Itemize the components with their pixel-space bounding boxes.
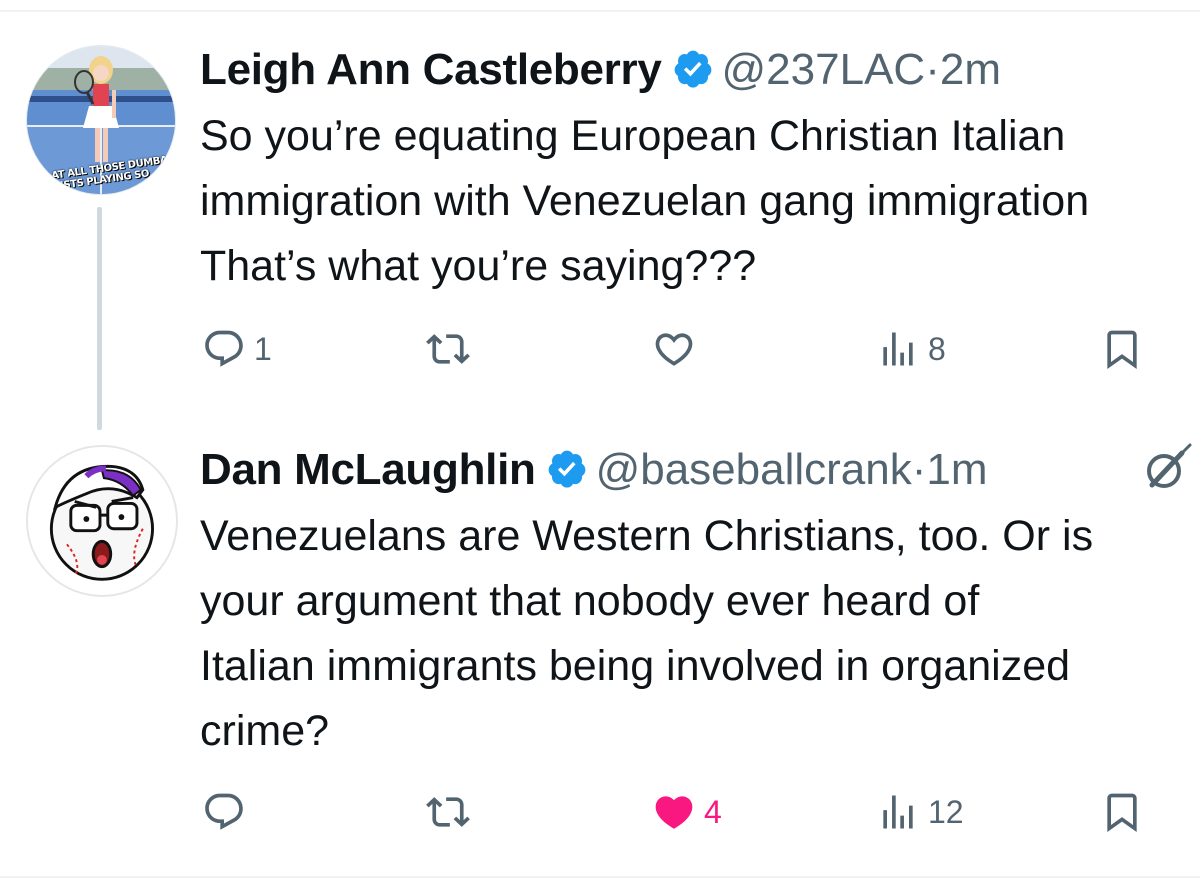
bookmark-icon xyxy=(1107,330,1137,370)
user-handle[interactable]: @baseballcrank xyxy=(596,445,912,494)
tweet-actions: 4 12 xyxy=(200,784,1200,840)
bookmark-icon xyxy=(1107,793,1137,833)
avatar[interactable] xyxy=(26,445,178,597)
timestamp[interactable]: 2m xyxy=(940,45,1001,94)
tweet-header: Dan McLaughlin @baseballcrank·1m xyxy=(200,440,988,500)
retweet-button[interactable] xyxy=(426,784,470,840)
tweet-text: So you’re equating European Christian It… xyxy=(200,112,1090,290)
display-name[interactable]: Leigh Ann Castleberry xyxy=(200,45,662,94)
timestamp[interactable]: 1m xyxy=(926,445,987,494)
bookmark-button[interactable] xyxy=(1100,321,1144,377)
user-handle[interactable]: @237LAC xyxy=(722,45,926,94)
heart-icon xyxy=(655,796,693,829)
retweet-icon xyxy=(426,797,470,827)
retweet-button[interactable] xyxy=(426,321,470,377)
edited-icon[interactable] xyxy=(1138,441,1196,499)
thread-connector-line xyxy=(97,207,102,430)
view-count: 8 xyxy=(928,330,946,367)
like-button[interactable] xyxy=(652,321,696,377)
avatar-image-baseball-cartoon xyxy=(28,447,172,591)
reply-button[interactable] xyxy=(202,784,246,840)
separator-dot: · xyxy=(925,45,940,94)
bookmark-button[interactable] xyxy=(1100,784,1144,840)
views-button[interactable]: 12 xyxy=(876,784,964,840)
reply-icon xyxy=(205,330,243,367)
heart-icon xyxy=(655,333,693,366)
views-icon xyxy=(883,332,913,366)
verified-badge-icon xyxy=(548,450,585,488)
views-button[interactable]: 8 xyxy=(876,321,946,377)
avatar[interactable]: OK AT ALL THOSE DUMBA LISTS PLAYING SO xyxy=(26,45,176,195)
separator-dot: · xyxy=(911,445,927,494)
retweet-icon xyxy=(426,334,470,364)
reply-count: 1 xyxy=(254,330,272,367)
tweet-actions: 1 8 xyxy=(200,321,1200,377)
view-count: 12 xyxy=(928,793,964,830)
like-count: 4 xyxy=(704,793,722,830)
like-button[interactable]: 4 xyxy=(652,784,722,840)
tweet-text: Venezuelans are Western Christians, too.… xyxy=(200,512,1094,755)
tweet-header: Leigh Ann Castleberry @237LAC·2m xyxy=(200,40,1001,100)
bottom-divider xyxy=(0,876,1200,878)
reply-button[interactable]: 1 xyxy=(202,321,272,377)
display-name[interactable]: Dan McLaughlin xyxy=(200,445,536,494)
top-divider xyxy=(0,10,1200,12)
verified-badge-icon xyxy=(674,50,711,88)
reply-icon xyxy=(205,793,243,830)
views-icon xyxy=(883,795,913,829)
